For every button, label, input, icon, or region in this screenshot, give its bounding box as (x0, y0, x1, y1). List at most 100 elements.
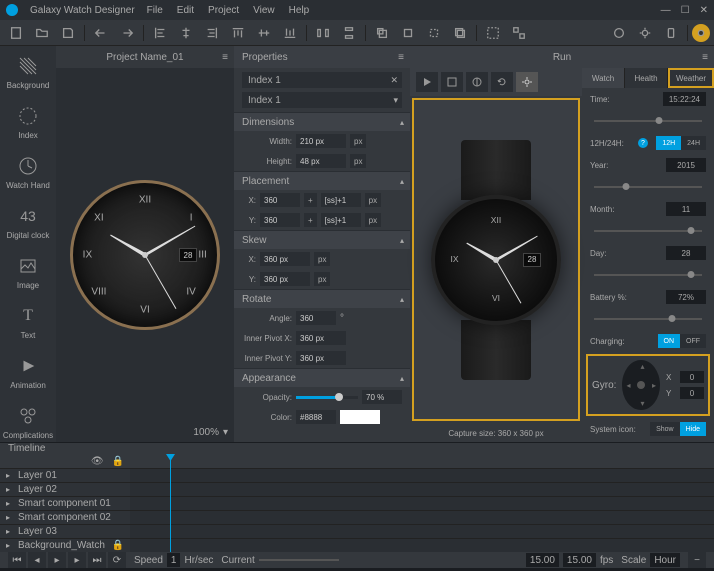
align-top-button[interactable] (226, 23, 250, 43)
12h-button[interactable]: 12H (656, 136, 681, 150)
day-slider[interactable] (594, 274, 702, 276)
speed-value[interactable]: 1 (167, 553, 181, 567)
opacity-input[interactable] (362, 390, 402, 404)
x-input[interactable] (260, 193, 300, 207)
new-button[interactable] (4, 23, 28, 43)
pivot-y-input[interactable] (296, 351, 346, 365)
redo-button[interactable] (115, 23, 139, 43)
appearance-section[interactable]: Appearance▴ (234, 369, 410, 387)
tool-index[interactable]: Index (16, 104, 40, 140)
layer-row[interactable]: ▸Layer 02 (0, 482, 130, 496)
layer-row[interactable]: ▸Smart component 01 (0, 496, 130, 510)
battery-slider[interactable] (594, 318, 702, 320)
angle-input[interactable] (296, 311, 336, 325)
x-expr-input[interactable] (321, 193, 361, 207)
tool-digital-clock[interactable]: 43Digital clock (7, 204, 50, 240)
tool-complications[interactable]: Complications (3, 404, 53, 440)
maximize-icon[interactable]: ☐ (681, 5, 690, 16)
open-button[interactable] (30, 23, 54, 43)
align-bottom-button[interactable] (278, 23, 302, 43)
dist-h-button[interactable] (311, 23, 335, 43)
y-expr-input[interactable] (321, 213, 361, 227)
pivot-x-input[interactable] (296, 331, 346, 345)
tab-watch[interactable]: Watch (582, 68, 625, 88)
tab-health[interactable]: Health (625, 68, 668, 88)
zoom-out-button[interactable]: − (688, 552, 706, 568)
contrast-button[interactable] (466, 72, 488, 92)
menu-help[interactable]: Help (289, 5, 310, 16)
build-button[interactable] (607, 23, 631, 43)
run-menu-icon[interactable]: ≡ (702, 52, 708, 63)
layer-row[interactable]: ▸Layer 03 (0, 524, 130, 538)
menu-edit[interactable]: Edit (177, 5, 194, 16)
color-input[interactable] (296, 410, 336, 424)
gear-button[interactable] (516, 72, 538, 92)
send-backward-button[interactable] (422, 23, 446, 43)
watch-face-canvas[interactable]: XIIIIII IVVIVIII IXXI 28 (70, 180, 220, 330)
tool-watch-hand[interactable]: Watch Hand (6, 154, 50, 190)
undo-button[interactable] (89, 23, 113, 43)
charging-on-button[interactable]: ON (658, 334, 681, 348)
refresh-button[interactable] (491, 72, 513, 92)
theme-button[interactable] (692, 24, 710, 42)
align-center-h-button[interactable] (174, 23, 198, 43)
tl-prev-button[interactable]: ◂ (28, 552, 46, 568)
play-button[interactable] (416, 72, 438, 92)
menu-project[interactable]: Project (208, 5, 239, 16)
y-input[interactable] (260, 213, 300, 227)
time-slider[interactable] (594, 120, 702, 122)
tool-animation[interactable]: Animation (10, 354, 46, 390)
sysicon-show-button[interactable]: Show (650, 422, 680, 436)
group-button[interactable] (481, 23, 505, 43)
placement-section[interactable]: Placement▴ (234, 172, 410, 190)
tl-next-button[interactable]: ▸ (68, 552, 86, 568)
visibility-header-icon[interactable]: 👁 (91, 456, 104, 467)
current-slider[interactable] (259, 559, 339, 561)
width-input[interactable] (296, 134, 346, 148)
lock-icon[interactable]: 🔒 (112, 540, 124, 551)
tab-weather[interactable]: Weather (668, 68, 714, 88)
close-icon[interactable]: ✕ (700, 5, 708, 16)
menu-view[interactable]: View (253, 5, 275, 16)
scale-select[interactable]: Hour (650, 553, 680, 567)
tl-first-button[interactable]: ⏮ (8, 552, 26, 568)
sysicon-hide-button[interactable]: Hide (680, 422, 706, 436)
skew-section[interactable]: Skew▴ (234, 231, 410, 249)
menu-file[interactable]: File (147, 5, 163, 16)
height-input[interactable] (296, 154, 346, 168)
dimensions-section[interactable]: Dimensions▴ (234, 113, 410, 131)
tl-loop-button[interactable]: ⟳ (108, 552, 126, 568)
canvas-menu-icon[interactable]: ≡ (222, 52, 228, 63)
layer-row[interactable]: ▸Layer 01 (0, 468, 130, 482)
fullscreen-button[interactable] (441, 72, 463, 92)
layer-row[interactable]: ▸Smart component 02 (0, 510, 130, 524)
skew-x-input[interactable] (260, 252, 310, 266)
format-info-icon[interactable]: ? (638, 138, 648, 148)
tool-image[interactable]: Image (16, 254, 40, 290)
playhead[interactable] (170, 454, 171, 552)
bring-forward-button[interactable] (396, 23, 420, 43)
opacity-slider[interactable] (296, 396, 358, 399)
bring-front-button[interactable] (370, 23, 394, 43)
send-back-button[interactable] (448, 23, 472, 43)
tl-last-button[interactable]: ⏭ (88, 552, 106, 568)
zoom-chevron-icon[interactable]: ▾ (223, 427, 228, 438)
timeline-tracks[interactable] (130, 454, 714, 552)
rotate-section[interactable]: Rotate▴ (234, 290, 410, 308)
gyro-pad[interactable]: ▴▾ ◂▸ (622, 360, 660, 410)
index-select-1[interactable]: Index 1✕ (242, 72, 402, 88)
properties-menu-icon[interactable]: ≡ (398, 52, 404, 63)
color-swatch[interactable] (340, 410, 380, 424)
device-button[interactable] (659, 23, 683, 43)
minimize-icon[interactable]: — (661, 5, 671, 16)
24h-button[interactable]: 24H (681, 136, 706, 150)
layer-row[interactable]: ▸Background_Watch🔒 (0, 538, 130, 552)
charging-off-button[interactable]: OFF (680, 334, 706, 348)
tool-background[interactable]: Background (7, 54, 50, 90)
tl-play-button[interactable]: ▸ (48, 552, 66, 568)
ungroup-button[interactable] (507, 23, 531, 43)
lock-header-icon[interactable]: 🔒 (112, 456, 124, 467)
tool-text[interactable]: TText (16, 304, 40, 340)
align-middle-button[interactable] (252, 23, 276, 43)
save-button[interactable] (56, 23, 80, 43)
